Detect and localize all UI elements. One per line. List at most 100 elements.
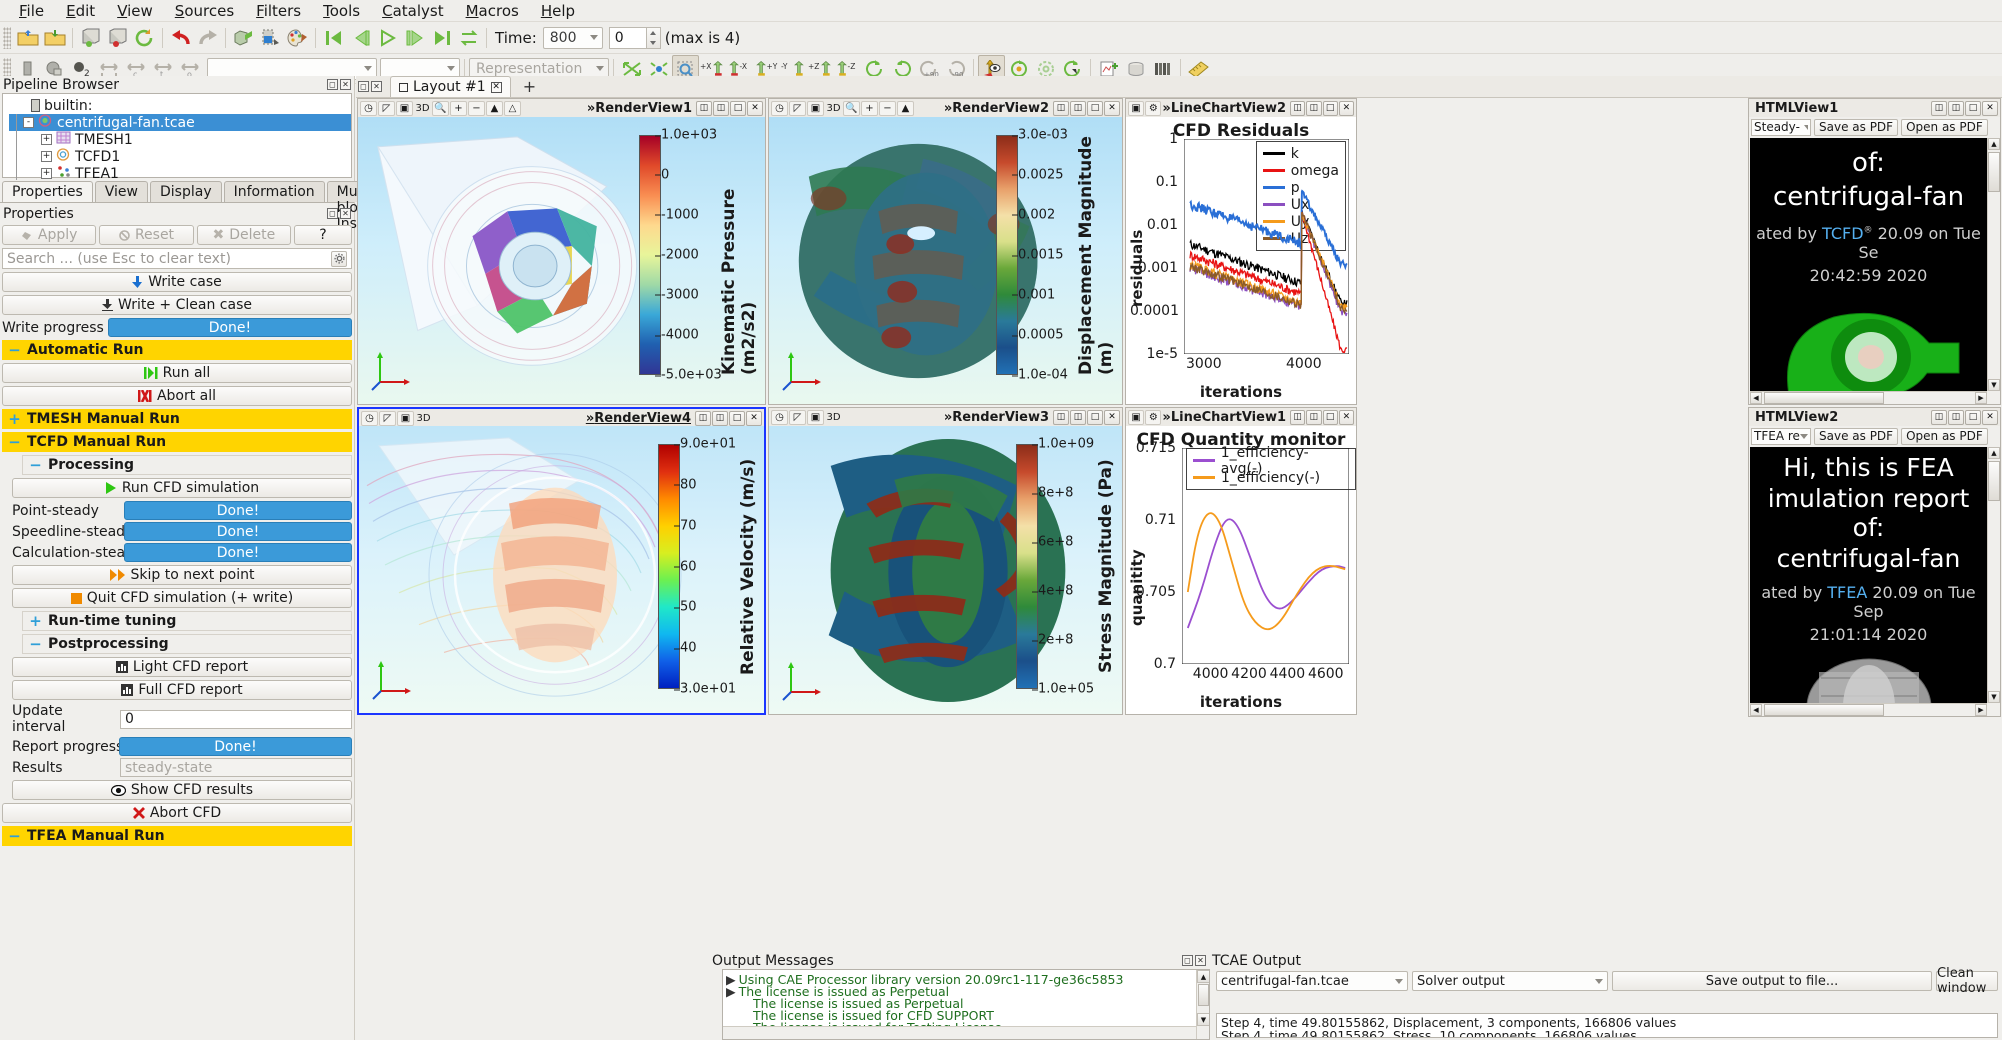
properties-undock-icon[interactable]: ◻	[327, 208, 338, 219]
split-remove-icon[interactable]: −	[468, 100, 485, 116]
write-case-button[interactable]: Write case	[2, 272, 352, 292]
split-horizontal-button[interactable]: ◫	[1931, 100, 1947, 116]
camera-reset-icon[interactable]: ▣	[807, 409, 824, 425]
menu-item-catalyst[interactable]: Catalyst	[371, 0, 455, 22]
delete-button[interactable]: ✖ Delete	[196, 225, 291, 245]
close-view-button[interactable]: ✕	[1104, 409, 1120, 425]
split-vertical-button[interactable]: ◫	[1306, 100, 1322, 116]
reload-icon[interactable]	[131, 24, 158, 51]
toolbar-grip[interactable]	[3, 26, 11, 49]
frame-spinner[interactable]	[646, 26, 661, 49]
properties-close-icon[interactable]: ✕	[340, 208, 351, 219]
previous-frame-icon[interactable]	[347, 24, 374, 51]
camera-redo-icon[interactable]: ◸	[789, 409, 806, 425]
toggle-3d-label[interactable]: 3D	[414, 101, 431, 116]
collapse-icon[interactable]: −	[29, 456, 42, 474]
camera-undo-icon[interactable]: ◷	[361, 410, 378, 426]
pipeline-item-tcfd1[interactable]: + TCFD1	[9, 148, 351, 165]
linechartview1-canvas[interactable]: CFD Quantity monitor quanitity iteration…	[1126, 426, 1356, 714]
htmlview2-open-pdf-button[interactable]: Open as PDF	[1901, 427, 1988, 445]
open-file-icon[interactable]	[14, 24, 41, 51]
toggle-3d-label[interactable]: 3D	[415, 411, 432, 426]
maximize-button[interactable]: □	[1087, 409, 1103, 425]
output-messages-list[interactable]: ▶ Using CAE Processor library version 20.…	[722, 969, 1210, 1040]
split-horizontal-button[interactable]: ◫	[696, 100, 712, 116]
results-input[interactable]: steady-state	[120, 758, 352, 777]
group-run-time-tuning[interactable]: + Run-time tuning	[22, 611, 352, 631]
undo-icon[interactable]	[167, 24, 194, 51]
menu-item-help[interactable]: Help	[530, 0, 586, 22]
output-messages-undock-icon[interactable]: ◻	[1182, 955, 1193, 966]
close-view-button[interactable]: ✕	[1982, 409, 1998, 425]
camera-redo-icon[interactable]: ◸	[789, 100, 806, 116]
skip-to-next-point-button[interactable]: Skip to next point	[12, 565, 352, 585]
save-output-to-file-button[interactable]: Save output to file...	[1612, 971, 1932, 991]
collapse-icon[interactable]: −	[8, 433, 21, 451]
htmlview1-vscrollbar[interactable]: ▲ ▼	[1987, 138, 2000, 391]
renderview2-canvas[interactable]: 3.0e-03 0.0025 0.002 0.0015 0.001 0.0005 1.0e-…	[769, 117, 1122, 404]
htmlview2-content[interactable]: Hi, this is FEA imulation report of: cen…	[1750, 447, 1987, 703]
group-tcfd-manual-run[interactable]: − TCFD Manual Run	[2, 432, 352, 452]
split-vertical-button[interactable]: ◫	[713, 100, 729, 116]
apply-button[interactable]: Apply	[2, 225, 97, 245]
linechartview2-canvas[interactable]: CFD Residuals residuals iterations k omeg…	[1126, 117, 1356, 404]
split-vertical-button[interactable]: ◫	[1070, 409, 1086, 425]
htmlview1-save-pdf-button[interactable]: Save as PDF	[1814, 118, 1899, 136]
htmlview1[interactable]: HTMLView1 ◫ ◫ □ ✕ Steady- Save as PDF Op…	[1748, 98, 2001, 405]
write-clean-case-button[interactable]: Write + Clean case	[2, 295, 352, 315]
split-horizontal-button[interactable]: ◫	[1053, 409, 1069, 425]
show-cfd-results-button[interactable]: Show CFD results	[12, 780, 352, 800]
chart-reset-icon[interactable]: ▣	[1128, 409, 1145, 425]
renderview4-canvas[interactable]: 9.0e+01 80 70 60 50 40 3.0e+01 Relative Veloci…	[359, 426, 764, 713]
camera-reset-icon[interactable]: ▣	[396, 100, 413, 116]
capture-icon[interactable]: ▲	[486, 100, 503, 116]
first-frame-icon[interactable]	[320, 24, 347, 51]
redo-icon[interactable]	[194, 24, 221, 51]
renderview2[interactable]: ◷ ◸ ▣ 3D 🔍 + − ▲ »RenderView2 ◫ ◫ □ ✕ 3.…	[768, 98, 1123, 405]
connect-server-icon[interactable]	[77, 24, 104, 51]
close-view-button[interactable]: ✕	[1104, 100, 1120, 116]
menu-item-edit[interactable]: Edit	[55, 0, 106, 22]
toggle-3d-label[interactable]: 3D	[825, 101, 842, 116]
expand-icon[interactable]: +	[8, 410, 21, 428]
htmlview2-report-select[interactable]: TFEA re	[1751, 427, 1811, 445]
chart-settings-icon[interactable]: ⚙	[1145, 409, 1162, 425]
menu-item-macros[interactable]: Macros	[455, 0, 530, 22]
menu-item-view[interactable]: View	[106, 0, 164, 22]
disconnect-server-icon[interactable]	[104, 24, 131, 51]
group-tmesh-manual-run[interactable]: + TMESH Manual Run	[2, 409, 352, 429]
update-interval-input[interactable]: 0	[120, 709, 352, 729]
play-icon[interactable]	[374, 24, 401, 51]
tcae-stream-select[interactable]: Solver output	[1412, 971, 1608, 991]
htmlview2-vscrollbar[interactable]: ▲ ▼	[1987, 447, 2000, 703]
run-all-button[interactable]: Run all	[2, 363, 352, 383]
close-view-button[interactable]: ✕	[1338, 409, 1354, 425]
renderview1[interactable]: ◷ ◸ ▣ 3D 🔍 + − ▲ △ »RenderView1 ◫ ◫ □ ✕	[357, 98, 766, 405]
renderview3[interactable]: ◷ ◸ ▣ 3D »RenderView3 ◫ ◫ □ ✕ 1.0e+09 8e…	[768, 407, 1123, 715]
collapse-icon[interactable]: −	[8, 341, 21, 359]
loop-icon[interactable]	[455, 24, 482, 51]
htmlview2-hscrollbar[interactable]: ◀ ▶	[1750, 703, 1987, 716]
renderview3-canvas[interactable]: 1.0e+09 8e+8 6e+8 4e+8 2e+8 1.0e+05 Stress Ma…	[769, 426, 1122, 714]
tab-information[interactable]: Information	[223, 181, 325, 202]
clean-window-button[interactable]: Clean window	[1936, 966, 1998, 996]
split-vertical-button[interactable]: ◫	[1306, 409, 1322, 425]
htmlview2[interactable]: HTMLView2 ◫ ◫ □ ✕ TFEA re Save as PDF Op…	[1748, 407, 2001, 717]
reset-button[interactable]: Reset	[99, 225, 194, 245]
split-vertical-button[interactable]: ◫	[1948, 409, 1964, 425]
pipeline-expander[interactable]: +	[41, 134, 52, 145]
split-horizontal-button[interactable]: ◫	[1290, 409, 1306, 425]
split-horizontal-button[interactable]: ◫	[1053, 100, 1069, 116]
menu-item-tools[interactable]: Tools	[312, 0, 371, 22]
group-processing[interactable]: − Processing	[22, 455, 352, 475]
properties-search-input[interactable]: Search ... (use Esc to clear text)	[2, 248, 352, 269]
close-view-button[interactable]: ✕	[747, 100, 763, 116]
group-postprocessing[interactable]: − Postprocessing	[22, 634, 352, 654]
linechartview1[interactable]: ▣ ⚙ »LineChartView1 ◫ ◫ □ ✕ CFD Quantity…	[1125, 407, 1357, 715]
pipeline-expander[interactable]: -	[23, 117, 34, 128]
maximize-button[interactable]: □	[1322, 100, 1338, 116]
toggle-3d-label[interactable]: 3D	[825, 410, 842, 425]
close-view-button[interactable]: ✕	[746, 410, 762, 426]
maximize-button[interactable]: □	[1965, 409, 1981, 425]
pipeline-item-centrifugal-fan-tcae[interactable]: - centrifugal-fan.tcae	[9, 114, 351, 131]
